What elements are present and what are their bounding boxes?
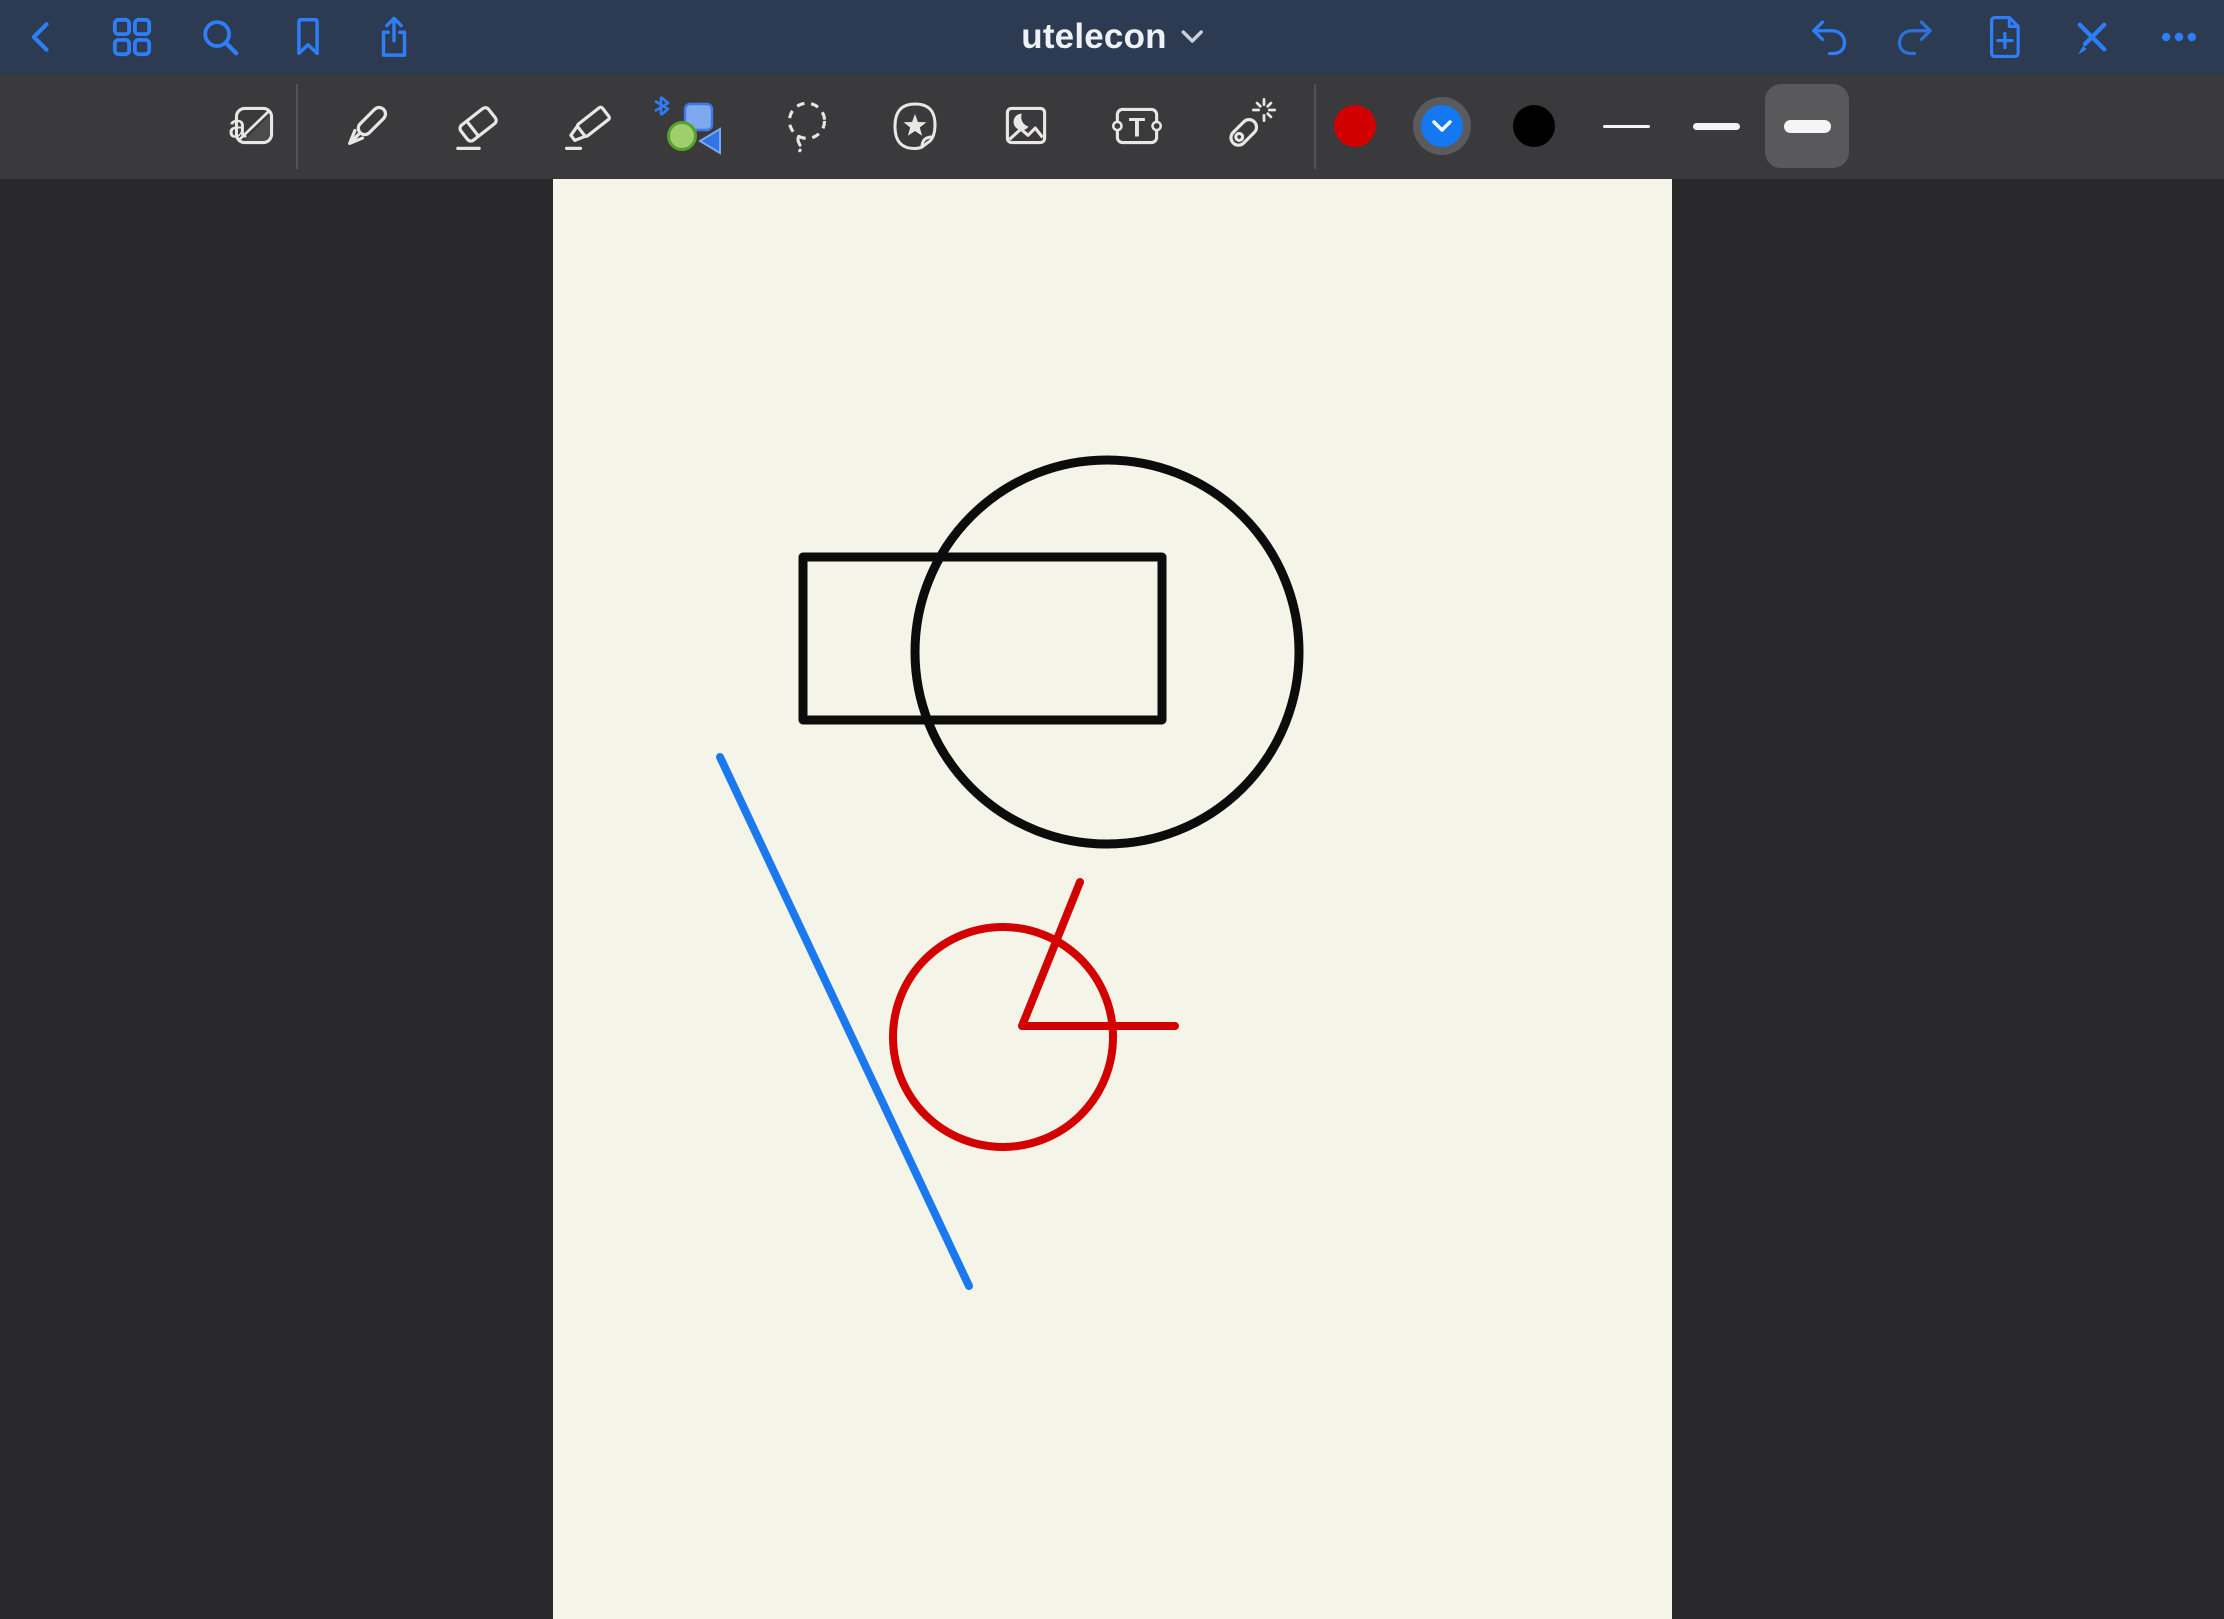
shapes-icon [653,93,729,159]
bluetooth-icon [655,97,668,115]
medium-stroke-sample [1693,123,1740,130]
undo-icon [1806,15,1850,59]
back-chevron-icon [22,17,62,57]
title-chevron-down-icon [1181,30,1203,44]
swatch-chevron-down-icon [1432,120,1452,133]
color-swatch-blue[interactable] [1410,94,1474,158]
color-swatch-black[interactable] [1502,94,1566,158]
lasso-icon [776,95,838,157]
ink-stroke-red-angle-lines [1022,882,1175,1026]
drawing-layer[interactable] [553,179,1672,1619]
text-tool[interactable]: T [1105,94,1169,158]
ink-stroke-black-circle [915,460,1299,844]
thin-stroke-sample [1603,125,1650,128]
redo-button[interactable] [1894,15,1938,59]
add-page-button[interactable] [1982,15,2026,59]
document-title: utelecon [1021,17,1167,57]
stroke-width-thick[interactable] [1765,84,1849,168]
redo-icon [1894,15,1938,59]
shapes-tool[interactable] [653,94,729,158]
share-button[interactable] [372,15,416,59]
eraser-tool[interactable] [445,94,509,158]
ink-stroke-black-rectangle [803,557,1162,720]
highlighter-tool[interactable] [557,94,621,158]
red-color-dot [1334,105,1376,147]
lasso-tool[interactable] [775,94,839,158]
add-page-icon [1984,14,2024,60]
ink-stroke-blue-diagonal-line [720,757,969,1286]
top-navbar: utelecon [0,0,2224,74]
zoom-window-icon: a [223,95,285,157]
svg-text:T: T [1129,112,1146,142]
laser-pointer-tool[interactable] [1216,94,1280,158]
elements-tool[interactable] [883,94,947,158]
undo-button[interactable] [1806,15,1850,59]
stop-editing-button[interactable] [2070,15,2114,59]
black-color-dot [1513,105,1555,147]
blue-color-dot [1421,105,1463,147]
back-button[interactable] [20,15,64,59]
toolbar-divider [1314,84,1316,169]
tools-toolbar: a [0,74,2224,179]
toolbar-divider [296,84,298,169]
document-title-menu[interactable]: utelecon [1021,0,1203,74]
search-icon [199,16,241,58]
highlighter-icon [557,94,621,158]
eraser-icon [445,94,509,158]
thick-stroke-sample [1784,120,1831,133]
page-thumbnails-button[interactable] [110,15,154,59]
search-button[interactable] [198,15,242,59]
canvas-background [0,179,2224,1619]
stroke-width-medium[interactable] [1674,84,1758,168]
image-tool[interactable] [994,94,1058,158]
bookmark-button[interactable] [286,15,330,59]
color-swatch-red[interactable] [1323,94,1387,158]
ink-stroke-red-circle [893,927,1113,1147]
pen-tool[interactable] [335,94,399,158]
zoom-window-tool[interactable]: a [222,94,286,158]
text-icon: T [1106,95,1168,157]
laser-pointer-icon [1216,94,1280,158]
svg-text:a: a [228,108,247,145]
share-icon [373,15,415,59]
bookmark-icon [288,16,328,58]
page-canvas[interactable] [553,179,1672,1619]
more-options-button[interactable] [2157,15,2201,59]
image-icon [995,95,1057,157]
stroke-width-thin[interactable] [1584,84,1668,168]
ellipsis-icon [2157,15,2201,59]
thumbnails-grid-icon [111,16,153,58]
pencil-cross-icon [2071,16,2113,58]
pen-icon [335,94,399,158]
elements-sticker-icon [884,95,946,157]
